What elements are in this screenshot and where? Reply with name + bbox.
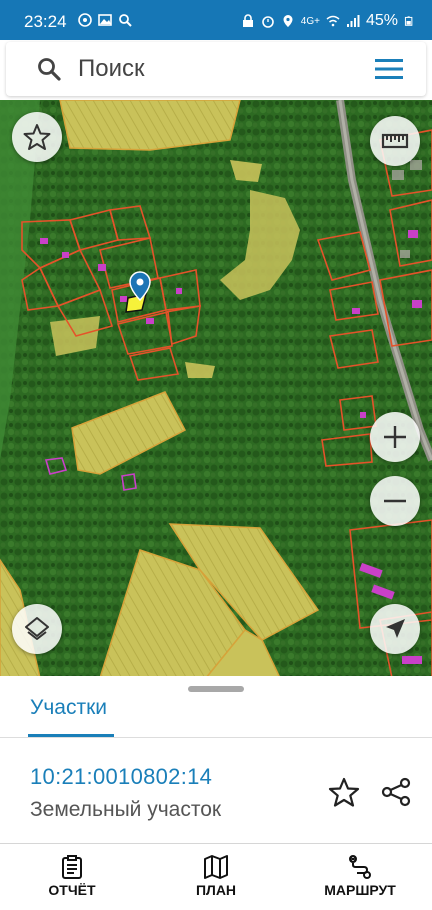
minus-icon (384, 499, 406, 503)
app-root: 23:24 4G+ 45% Поиск Участки 10:21:001080… (0, 0, 432, 910)
share-icon[interactable] (380, 776, 412, 808)
search-icon[interactable] (36, 56, 62, 82)
map-plan-icon (204, 855, 228, 879)
parcel-sheet: Участки 10:21:0010802:14 Земельный участ… (0, 676, 432, 844)
location-icon (283, 15, 293, 27)
whatsapp-icon (78, 13, 92, 27)
layers-button[interactable] (12, 604, 62, 654)
battery-percent: 45% (365, 12, 398, 29)
network-type: 4G+ (300, 15, 320, 27)
star-icon[interactable] (328, 776, 360, 808)
layers-icon (25, 617, 49, 640)
nav-plan[interactable]: ПЛАН (144, 844, 288, 910)
satellite-map (0, 100, 432, 678)
ruler-icon (381, 133, 409, 149)
alarm-icon (261, 16, 274, 28)
signal-icon (346, 15, 360, 27)
locate-button[interactable] (370, 604, 420, 654)
zoom-in-button[interactable] (370, 412, 420, 462)
report-clipboard-icon (62, 855, 82, 879)
wifi-icon (326, 15, 340, 27)
nav-report-label: ОТЧЁТ (48, 882, 96, 898)
navigation-arrow-icon (386, 619, 405, 638)
plus-icon (384, 426, 406, 448)
parcel-cadastral-number[interactable]: 10:21:0010802:14 (30, 764, 212, 790)
nav-route-label: МАРШРУТ (324, 882, 396, 898)
status-right-icons: 4G+ 45% (241, 12, 414, 30)
sheet-drag-handle[interactable] (188, 686, 244, 692)
search-input[interactable] (78, 54, 348, 84)
nav-report[interactable]: ОТЧЁТ (0, 844, 144, 910)
status-time: 23:24 (24, 12, 67, 31)
search-icon (119, 14, 132, 27)
map-view[interactable] (0, 100, 432, 678)
ruler-button[interactable] (370, 116, 420, 166)
status-bar: 23:24 4G+ 45% (0, 0, 432, 40)
nav-route[interactable]: МАРШРУТ (288, 844, 432, 910)
status-left-icons (78, 13, 132, 27)
hamburger-menu-icon[interactable] (374, 57, 404, 81)
parcel-type: Земельный участок (30, 798, 222, 821)
battery-icon (404, 16, 413, 26)
star-icon (23, 124, 51, 150)
search-bar (6, 42, 426, 96)
gallery-icon (98, 14, 112, 26)
lock-icon (242, 14, 253, 27)
route-icon (349, 855, 371, 879)
tab-parcels[interactable]: Участки (30, 696, 107, 720)
bottom-navigation: ОТЧЁТ ПЛАН МАРШРУТ (0, 843, 432, 910)
favorite-button[interactable] (12, 112, 62, 162)
zoom-out-button[interactable] (370, 476, 420, 526)
nav-plan-label: ПЛАН (195, 882, 237, 898)
divider (0, 737, 432, 738)
